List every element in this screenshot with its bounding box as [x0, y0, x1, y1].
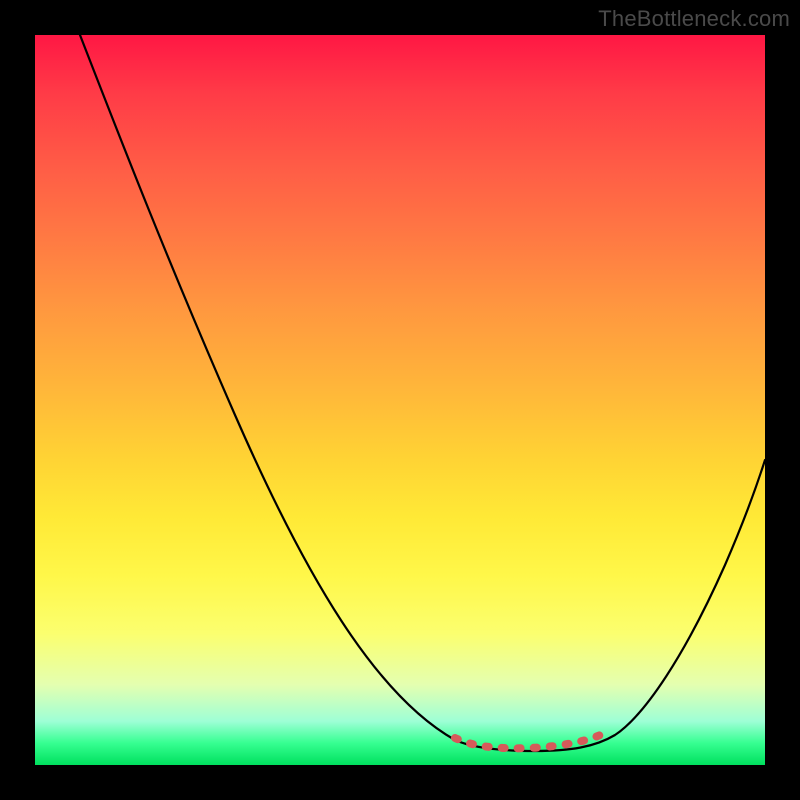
- curve-main-line: [80, 35, 765, 751]
- bottleneck-curve: [35, 35, 765, 765]
- plot-area: [35, 35, 765, 765]
- watermark-text: TheBottleneck.com: [598, 6, 790, 32]
- chart-frame: TheBottleneck.com: [0, 0, 800, 800]
